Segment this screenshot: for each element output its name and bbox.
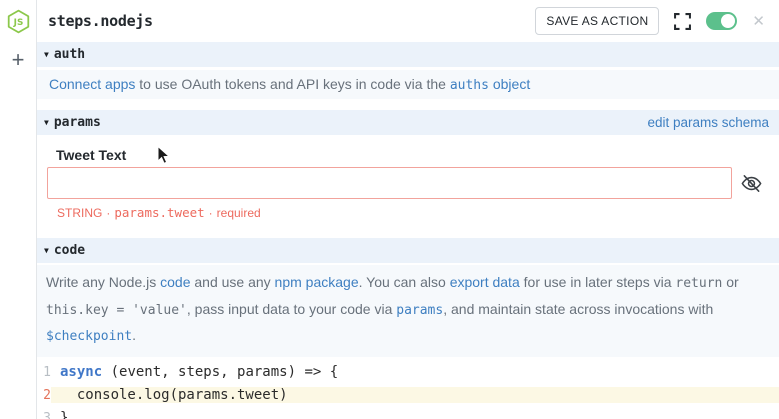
code-desc-text: , and maintain state across invocations …	[443, 301, 713, 317]
dot-separator: ·	[209, 206, 213, 220]
svg-text:JS: JS	[12, 17, 23, 27]
line-number: 1	[37, 365, 51, 380]
this-key-code-snippet: this.key = 'value'	[46, 303, 187, 318]
tweet-text-input[interactable]	[47, 167, 732, 199]
chevron-down-icon: ▼	[44, 118, 49, 127]
step-header-bar: steps.nodejs SAVE AS ACTION ✕	[37, 0, 779, 42]
line-number: 3	[37, 411, 51, 419]
close-icon[interactable]: ✕	[752, 14, 765, 29]
code-section-label: code	[54, 243, 85, 258]
code-desc-text: , pass input data to your code via	[187, 301, 396, 317]
code-desc-text: for use in later steps via	[520, 274, 676, 290]
connect-apps-link[interactable]: Connect apps	[49, 76, 135, 92]
left-rail: JS +	[0, 0, 37, 419]
checkpoint-link[interactable]: $checkpoint	[46, 329, 132, 344]
code-desc-text: . You can also	[359, 274, 450, 290]
chevron-down-icon: ▼	[44, 50, 49, 59]
nodejs-icon: JS	[5, 8, 31, 34]
code-token: console.log(params.tweet)	[51, 387, 779, 403]
auths-object-link-rest[interactable]: object	[489, 76, 530, 92]
plus-icon[interactable]: +	[12, 50, 25, 70]
auth-section-header[interactable]: ▼ auth	[37, 42, 779, 67]
code-editor[interactable]: 1 async (event, steps, params) => { 2 co…	[37, 361, 779, 419]
auth-desc-text: to use OAuth tokens and API keys in code…	[135, 76, 449, 92]
fullscreen-icon[interactable]	[674, 13, 691, 30]
step-sections: ▼ auth Connect apps to use OAuth tokens …	[37, 42, 779, 419]
workflow-step-editor: JS + steps.nodejs SAVE AS ACTION ✕	[0, 0, 779, 419]
tweet-input-row	[47, 167, 767, 199]
dot-separator: ·	[106, 206, 110, 220]
params-section-header[interactable]: ▼ params edit params schema	[37, 110, 779, 135]
eye-off-icon[interactable]	[740, 172, 763, 195]
code-line-1[interactable]: 1 async (event, steps, params) => {	[37, 361, 779, 384]
step-title: steps.nodejs	[48, 12, 153, 30]
auth-description: Connect apps to use OAuth tokens and API…	[37, 70, 779, 99]
step-panel: steps.nodejs SAVE AS ACTION ✕ ▼ a	[37, 0, 779, 419]
code-desc-text: or	[722, 274, 738, 290]
code-docs-link[interactable]: code	[160, 274, 190, 290]
code-description: Write any Node.js code and use any npm p…	[37, 265, 779, 357]
npm-package-link[interactable]: npm package	[275, 274, 359, 290]
code-token: (event, steps, params) => {	[102, 364, 338, 380]
header-controls: SAVE AS ACTION ✕	[535, 7, 765, 35]
export-data-link[interactable]: export data	[450, 274, 520, 290]
field-type: STRING	[57, 206, 102, 220]
edit-params-schema-link[interactable]: edit params schema	[647, 115, 769, 130]
code-desc-text: .	[132, 327, 136, 343]
toggle-knob	[721, 14, 735, 28]
chevron-down-icon: ▼	[44, 246, 49, 255]
keyword-token: async	[60, 364, 102, 380]
step-enabled-toggle[interactable]	[706, 12, 737, 30]
code-line-3[interactable]: 3 }	[37, 407, 779, 419]
tweet-field-meta: STRING · params.tweet · required	[57, 205, 767, 220]
code-desc-text: and use any	[190, 274, 274, 290]
return-code-snippet: return	[675, 276, 722, 291]
code-line-2[interactable]: 2 console.log(params.tweet)	[37, 384, 779, 407]
auths-object-link[interactable]: auths	[450, 78, 489, 93]
auth-section-label: auth	[54, 47, 85, 62]
code-desc-text: Write any Node.js	[46, 274, 160, 290]
params-body: Tweet Text STRING · params.tweet · required	[37, 135, 779, 220]
code-section-header[interactable]: ▼ code	[37, 238, 779, 263]
params-section-label: params	[54, 115, 101, 130]
save-as-action-button[interactable]: SAVE AS ACTION	[535, 7, 659, 35]
code-token: }	[51, 410, 779, 419]
params-link[interactable]: params	[396, 303, 443, 318]
line-number: 2	[37, 388, 51, 403]
field-path: params.tweet	[114, 205, 204, 220]
field-required: required	[217, 206, 261, 220]
tweet-text-label: Tweet Text	[56, 147, 767, 163]
